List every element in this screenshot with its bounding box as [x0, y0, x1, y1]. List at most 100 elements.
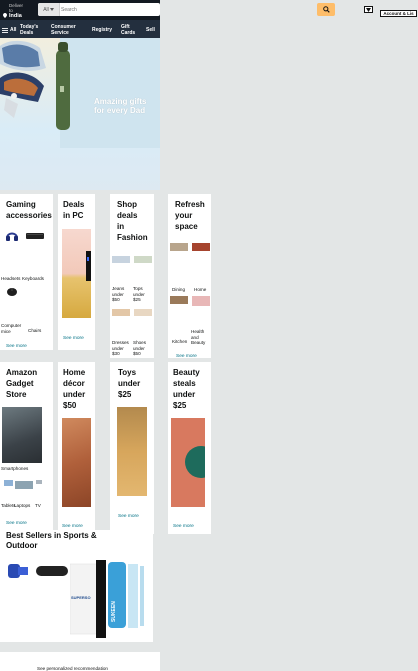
search-icon — [322, 6, 330, 13]
home-image[interactable] — [192, 243, 210, 251]
keyboards-image[interactable] — [25, 231, 45, 241]
shoes-image[interactable] — [134, 309, 152, 316]
chevron-down-icon — [366, 7, 371, 12]
beauty-image[interactable] — [171, 418, 205, 507]
search-button[interactable] — [317, 3, 335, 16]
nav-label-line2: Service — [51, 30, 69, 36]
see-more-link[interactable]: See more — [6, 521, 27, 526]
item-label-health-beauty[interactable]: Health and Beauty — [191, 329, 210, 346]
card-title-line: Amazon — [6, 368, 38, 377]
see-more-link[interactable]: See more — [176, 354, 197, 359]
kitchen-image[interactable] — [170, 296, 188, 304]
nav-label-line2: Cards — [121, 30, 136, 36]
card-title-line: Beauty — [173, 368, 200, 377]
card-title: Beauty steals under $25 — [173, 367, 200, 411]
card-beauty-steals: Beauty steals under $25 See more — [168, 362, 211, 534]
deliver-to-label[interactable]: Deliver to — [9, 3, 23, 13]
dresses-image[interactable] — [112, 309, 130, 316]
card-home-decor: Home décor under $50 See more — [58, 362, 95, 534]
item-label-tops[interactable]: Tops under $25 — [133, 286, 152, 303]
card-deals-in-pc: Deals in PC See more — [58, 194, 95, 350]
dumbbell-product-image[interactable] — [6, 558, 70, 584]
card-title-line: $50 — [63, 401, 77, 410]
hamburger-icon — [2, 27, 8, 33]
nav-item-sell[interactable]: Sell — [146, 27, 155, 33]
see-more-link[interactable]: See more — [6, 344, 27, 349]
item-label-shoes[interactable]: Shoes under $50 — [133, 340, 152, 357]
bottles-product-image[interactable] — [70, 560, 150, 642]
tops-image[interactable] — [134, 256, 152, 263]
see-more-link[interactable]: See more — [118, 514, 139, 519]
location-pin-icon — [3, 13, 7, 18]
card-title-line: Shop — [117, 200, 137, 209]
account-lists-button[interactable]: Account & Lis — [380, 10, 417, 17]
card-amazon-gadget-store: Amazon Gadget Store Smartphones Tablets … — [0, 362, 53, 534]
tablets-image[interactable] — [4, 480, 13, 486]
see-more-link[interactable]: See more — [62, 524, 83, 529]
location-value[interactable]: India — [9, 13, 22, 19]
item-label-tv[interactable]: TV — [35, 503, 41, 509]
search-input[interactable] — [61, 4, 156, 15]
item-label-jeans[interactable]: Jeans under $50 — [112, 286, 130, 303]
language-dropdown[interactable] — [364, 6, 373, 13]
card-title-line: in PC — [63, 211, 84, 220]
item-label-dresses[interactable]: Dresses under $30 — [112, 340, 132, 357]
card-title-line: Deals — [63, 200, 85, 209]
search-category-select[interactable]: All — [38, 3, 60, 16]
card-title: Refresh your space — [175, 199, 205, 232]
card-title-line: Toys — [118, 368, 137, 377]
item-label-kitchen[interactable]: Kitchen — [172, 339, 187, 345]
see-more-link[interactable]: See more — [63, 336, 84, 341]
card-title-line: $25 — [118, 390, 132, 399]
card-title-line: in — [117, 222, 125, 231]
card-gaming-accessories: Gaming accessories Headsets Keyboards Co… — [0, 194, 53, 350]
card-title-line: Home — [63, 368, 86, 377]
nav-item-customer-service[interactable]: Consumer Service — [51, 24, 76, 36]
toys-image[interactable] — [117, 407, 147, 496]
pc-deal-image[interactable] — [62, 229, 91, 318]
nav-item-registry[interactable]: Registry — [92, 27, 112, 33]
search-category-label: All — [43, 6, 49, 13]
nav-item-todays-deals[interactable]: Today's Deals — [20, 24, 38, 36]
caret-down-icon — [49, 8, 54, 11]
item-label-chairs[interactable]: Chairs — [28, 328, 41, 334]
all-menu-label: All — [10, 27, 17, 33]
personalized-recommendation-link[interactable]: See personalized recommendation — [37, 666, 108, 671]
card-title-line: under — [63, 390, 86, 399]
hero-banner[interactable]: Amazing gifts for every Dad — [0, 38, 160, 190]
card-title-line: décor — [63, 379, 85, 388]
headsets-image[interactable] — [3, 228, 21, 242]
laptops-image[interactable] — [15, 481, 33, 489]
item-label-home[interactable]: Home — [194, 287, 206, 293]
dining-image[interactable] — [170, 243, 188, 251]
tv-image[interactable] — [36, 480, 42, 484]
best-sellers-carousel: Best Sellers in Sports & Outdoor SUPERSO… — [0, 530, 153, 642]
item-label-dining[interactable]: Dining — [172, 287, 185, 293]
card-title: Home décor under $50 — [63, 367, 85, 411]
item-label-headsets[interactable]: Headsets — [1, 276, 20, 282]
card-title-line: $25 — [173, 401, 187, 410]
see-more-link[interactable]: See more — [173, 524, 194, 529]
home-decor-image[interactable] — [62, 418, 91, 507]
computer-mice-image[interactable] — [5, 287, 19, 297]
card-title-line: Gaming — [6, 200, 36, 209]
item-label-smartphones[interactable]: Smartphones — [1, 466, 28, 472]
nav-item-gift-cards[interactable]: Gift Cards — [121, 24, 135, 36]
card-title-line: Fashion — [117, 233, 148, 242]
nav-label-line1: Sell — [146, 27, 155, 33]
card-title-line: your — [175, 211, 193, 220]
item-label-computer-mice[interactable]: Computer mice — [1, 323, 25, 334]
smartphones-image[interactable] — [2, 407, 42, 463]
card-title: Shop deals in Fashion — [117, 199, 148, 243]
card-title: Deals in PC — [63, 199, 84, 221]
card-shop-deals-fashion: Shop deals in Fashion Jeans under $50 To… — [110, 194, 154, 358]
item-label-laptops[interactable]: Laptops — [14, 503, 30, 509]
item-label-keyboards[interactable]: Keyboards — [22, 276, 44, 282]
bottle-brand-label: SUKEEN — [111, 601, 117, 622]
health-beauty-image[interactable] — [192, 296, 210, 306]
card-title-line: space — [175, 222, 198, 231]
all-menu-button[interactable]: All — [2, 27, 16, 33]
card-title: Toys under $25 — [118, 367, 140, 400]
nav-label-line2: Deals — [20, 30, 34, 36]
jeans-image[interactable] — [112, 256, 130, 263]
